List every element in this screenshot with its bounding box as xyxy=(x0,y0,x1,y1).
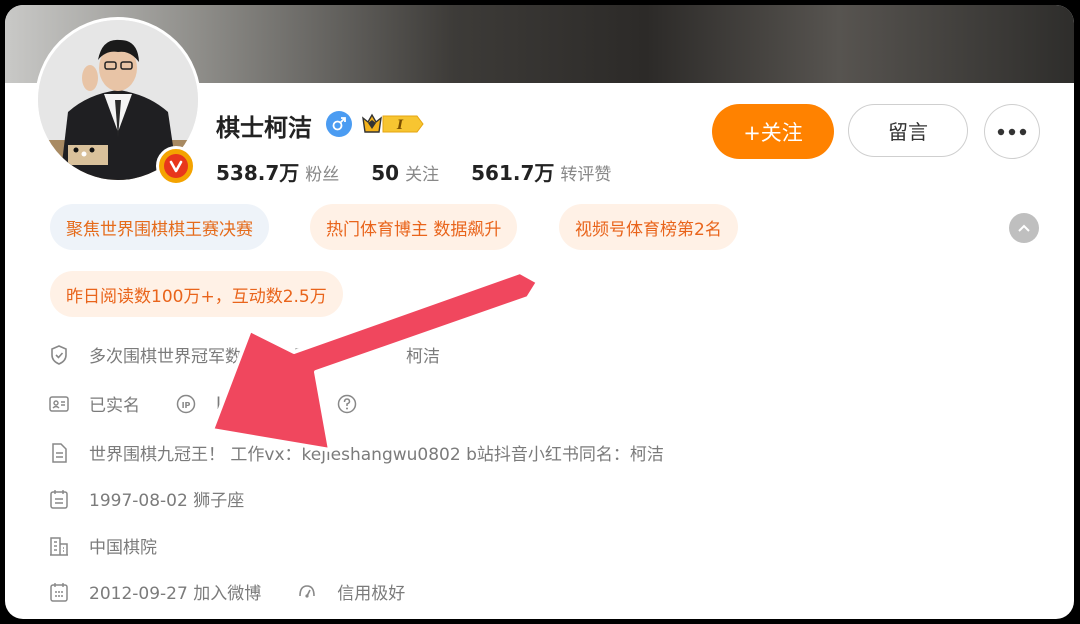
screenshot-frame: 棋士柯洁 I 538.7万 粉丝 50 关注 561.7万 转评赞 +关注 留言 xyxy=(0,0,1080,624)
more-icon xyxy=(997,128,1027,135)
join-date-text: 2012-09-27 加入微博 xyxy=(89,584,262,604)
more-button[interactable] xyxy=(984,104,1040,159)
ip-icon: IP xyxy=(176,394,196,414)
tag-chip[interactable]: 昨日阅读数100万+，互动数2.5万 xyxy=(50,271,343,317)
interactions-count: 561.7万 xyxy=(471,161,555,185)
id-card-icon xyxy=(49,394,69,414)
ip-location-text: IP xyxy=(216,393,232,414)
credit-icon xyxy=(297,582,317,602)
male-icon xyxy=(326,111,352,137)
birthday-text: 1997-08-02 狮子座 xyxy=(89,491,245,511)
birthday-row: 1997-08-02 狮子座 xyxy=(49,486,244,511)
svg-text:IP: IP xyxy=(182,401,191,410)
calendar-list-icon xyxy=(49,489,69,509)
message-button[interactable]: 留言 xyxy=(848,104,968,157)
verification-text-part2: 国内冠军 xyxy=(260,347,328,367)
verification-text-part3: 柯洁 xyxy=(406,347,440,367)
bio-row: 世界围棋九冠王！ 工作vx：kejieshangwu0802 b站抖音小红书同名… xyxy=(49,440,664,465)
profile-name: 棋士柯洁 xyxy=(216,114,312,142)
verified-v-badge-icon xyxy=(156,146,196,186)
level-text: I xyxy=(396,118,404,133)
profile-stats: 538.7万 粉丝 50 关注 561.7万 转评赞 xyxy=(216,157,643,186)
building-icon xyxy=(49,536,69,556)
following-count[interactable]: 50 xyxy=(371,161,399,185)
interactions-label: 转评赞 xyxy=(560,165,612,185)
document-icon xyxy=(49,442,69,463)
company-text: 中国棋院 xyxy=(89,538,157,558)
verification-row: 多次围棋世界冠军数 国内冠军 柯洁 xyxy=(49,342,440,367)
shield-icon xyxy=(49,344,69,365)
vip-level-badge-icon: I xyxy=(362,113,424,133)
tag-chip[interactable]: 聚焦世界围棋棋王赛决赛 xyxy=(50,204,269,250)
join-date-row: 2012-09-27 加入微博 信用极好 xyxy=(49,579,405,604)
verification-text: 多次围棋世界冠军数 xyxy=(89,347,242,367)
tag-chip[interactable]: 热门体育博主 数据飙升 xyxy=(310,204,518,250)
calendar-icon xyxy=(49,582,69,602)
bio-text: 世界围棋九冠王！ 工作vx：kejieshangwu0802 b站抖音小红书同名… xyxy=(89,445,664,465)
collapse-tags-button[interactable] xyxy=(1009,213,1039,243)
followers-count[interactable]: 538.7万 xyxy=(216,157,299,186)
chevron-up-icon xyxy=(1018,224,1030,232)
tag-chip[interactable]: 视频号体育榜第2名 xyxy=(559,204,738,250)
following-label[interactable]: 关注 xyxy=(405,160,439,185)
help-icon[interactable] xyxy=(337,394,357,414)
company-row: 中国棋院 xyxy=(49,533,157,558)
credit-text: 信用极好 xyxy=(337,584,406,604)
real-name-text: 已实名 xyxy=(89,396,140,416)
followers-label[interactable]: 粉丝 xyxy=(305,160,339,185)
follow-button[interactable]: +关注 xyxy=(712,104,834,159)
profile-card: 棋士柯洁 I 538.7万 粉丝 50 关注 561.7万 转评赞 +关注 留言 xyxy=(5,5,1074,619)
real-name-row: 已实名 IP IP xyxy=(49,391,377,416)
